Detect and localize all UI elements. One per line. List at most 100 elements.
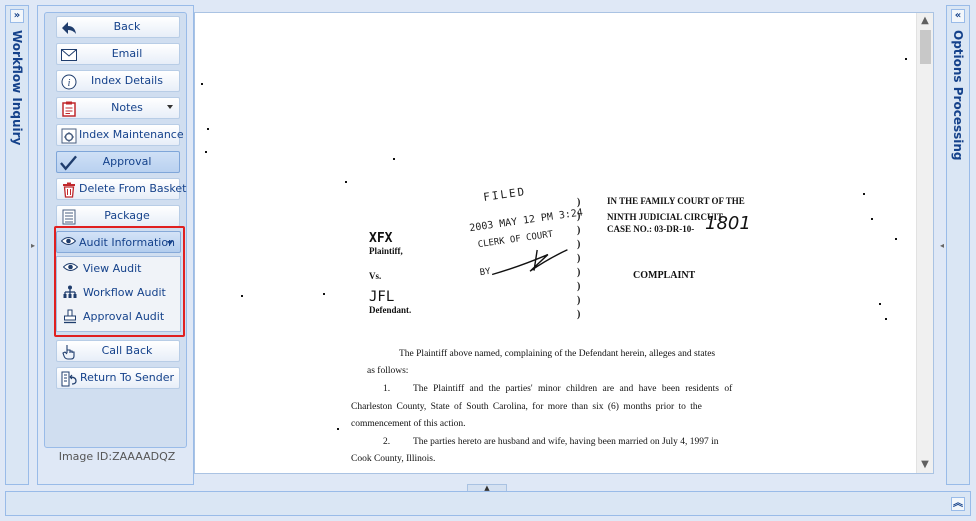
- notes-icon: [60, 100, 77, 117]
- scan-speck: [863, 193, 865, 195]
- trash-icon: [60, 181, 77, 198]
- splitter-right-arrow-icon[interactable]: ◂: [939, 241, 945, 251]
- bottom-collapsed-panel[interactable]: ︽: [5, 491, 971, 516]
- paragraph-2-line-2: Cook County, Illinois.: [351, 454, 436, 464]
- scan-speck: [201, 83, 203, 85]
- scroll-up-icon[interactable]: ▲: [917, 13, 933, 29]
- checkmark-icon: [60, 154, 77, 171]
- delete-from-basket-button[interactable]: Delete From Basket: [56, 178, 187, 200]
- paragraph-2-number: 2.: [383, 437, 391, 447]
- email-label: Email: [111, 47, 143, 60]
- brace: ): [577, 309, 581, 320]
- svg-text:i: i: [67, 78, 70, 89]
- notes-dropdown-caret-icon[interactable]: [167, 105, 173, 109]
- scan-speck: [241, 295, 243, 297]
- document-viewer[interactable]: FILED 2003 MAY 12 PM 3:24 CLERK OF COURT…: [194, 12, 934, 474]
- notes-button[interactable]: Notes: [56, 97, 180, 119]
- vertical-scrollbar[interactable]: ▲ ▼: [916, 13, 933, 473]
- hierarchy-icon: [63, 285, 77, 302]
- left-splitter[interactable]: ▸: [30, 5, 36, 485]
- brace: ): [577, 253, 581, 264]
- workflow-audit-label: Workflow Audit: [83, 286, 166, 299]
- delete-from-basket-label: Delete From Basket: [79, 182, 187, 195]
- scan-speck: [337, 428, 339, 430]
- paragraph-1-number: 1.: [383, 384, 391, 394]
- return-to-sender-button[interactable]: Return To Sender: [56, 367, 180, 389]
- notes-label: Notes: [111, 101, 143, 114]
- menu-item-view-audit[interactable]: View Audit: [57, 258, 180, 280]
- audit-menu: View Audit Workflow Audit Approval Audit: [56, 256, 181, 332]
- expand-bottom-panel-icon[interactable]: ︽: [951, 497, 965, 511]
- scan-speck: [205, 151, 207, 153]
- brace: ): [577, 267, 581, 278]
- audit-information-button[interactable]: Audit Information: [56, 231, 181, 253]
- scan-speck: [207, 128, 209, 130]
- back-button[interactable]: Back: [56, 16, 180, 38]
- paragraph-1-line-3: commencement of this action.: [351, 419, 466, 429]
- scan-speck: [905, 58, 907, 60]
- envelope-icon: [60, 46, 77, 63]
- image-id-label: Image ID:ZAAAADQZ: [58, 450, 176, 463]
- index-details-button[interactable]: i Index Details: [56, 70, 180, 92]
- filed-stamp: FILED 2003 MAY 12 PM 3:24 CLERK OF COURT…: [465, 177, 594, 292]
- brace: ): [577, 281, 581, 292]
- info-icon: i: [60, 73, 77, 90]
- stamp-line-2: 2003 MAY 12 PM 3:24: [468, 207, 584, 235]
- index-maintenance-button[interactable]: Index Maintenance: [56, 124, 184, 146]
- court-line-1: IN THE FAMILY COURT OF THE: [607, 196, 745, 206]
- approval-label: Approval: [102, 155, 152, 168]
- document-page: FILED 2003 MAY 12 PM 3:24 CLERK OF COURT…: [195, 13, 917, 473]
- brace: ): [577, 239, 581, 250]
- plaintiff-label: Plaintiff,: [369, 246, 403, 256]
- defendant-name: JFL: [369, 289, 395, 305]
- brace: ): [577, 225, 581, 236]
- plaintiff-name: XFX: [369, 231, 393, 246]
- index-maintenance-label: Index Maintenance: [79, 128, 184, 141]
- right-splitter[interactable]: ◂: [939, 5, 945, 485]
- scan-speck: [345, 181, 347, 183]
- options-processing-title[interactable]: Options Processing: [951, 30, 965, 161]
- intro-paragraph: The Plaintiff above named, complaining o…: [399, 349, 716, 359]
- call-back-button[interactable]: Call Back: [56, 340, 180, 362]
- scan-speck: [393, 158, 395, 160]
- workflow-inquiry-title[interactable]: Workflow Inquiry: [10, 30, 24, 145]
- intro-paragraph-cont: as follows:: [367, 366, 409, 376]
- workflow-inquiry-panel[interactable]: » Workflow Inquiry: [5, 5, 29, 485]
- brace: ): [577, 197, 581, 208]
- menu-item-workflow-audit[interactable]: Workflow Audit: [57, 282, 180, 304]
- return-to-sender-label: Return To Sender: [79, 371, 175, 384]
- scan-speck: [323, 293, 325, 295]
- call-back-label: Call Back: [101, 344, 153, 357]
- vs-label: Vs.: [369, 271, 382, 281]
- index-details-label: Index Details: [91, 74, 163, 87]
- splitter-left-arrow-icon[interactable]: ▸: [30, 241, 36, 251]
- scan-speck: [885, 318, 887, 320]
- scroll-thumb[interactable]: [920, 30, 931, 64]
- complaint-heading: COMPLAINT: [633, 270, 696, 281]
- case-number: CASE NO.: 03-DR-10-: [607, 224, 695, 234]
- package-label: Package: [104, 209, 150, 222]
- approval-button[interactable]: Approval: [56, 151, 180, 173]
- case-number-handwritten: 1801: [705, 213, 751, 234]
- scan-speck: [895, 238, 897, 240]
- audit-dropdown-caret-icon[interactable]: [167, 241, 173, 245]
- scroll-down-icon[interactable]: ▼: [917, 457, 933, 473]
- back-arrow-icon: [60, 19, 77, 36]
- scan-speck: [879, 303, 881, 305]
- hand-pointer-icon: [60, 343, 77, 360]
- scan-speck: [871, 218, 873, 220]
- paragraph-1-line-1: The Plaintiff and the parties' minor chi…: [413, 384, 733, 394]
- options-processing-panel[interactable]: « Options Processing: [946, 5, 970, 485]
- stamp-line-1: FILED: [482, 185, 527, 204]
- approval-audit-label: Approval Audit: [83, 310, 165, 323]
- paragraph-2-line-1: The parties hereto are husband and wife,…: [413, 437, 719, 447]
- package-button[interactable]: Package: [56, 205, 180, 227]
- return-icon: [60, 370, 77, 387]
- eye-icon: [62, 261, 79, 275]
- menu-item-approval-audit[interactable]: Approval Audit: [57, 306, 180, 328]
- email-button[interactable]: Email: [56, 43, 180, 65]
- expand-right-panel-button[interactable]: «: [951, 9, 965, 23]
- paragraph-1-line-2: Charleston County, State of South Caroli…: [351, 402, 702, 412]
- brace: ): [577, 295, 581, 306]
- expand-left-panel-button[interactable]: »: [10, 9, 24, 23]
